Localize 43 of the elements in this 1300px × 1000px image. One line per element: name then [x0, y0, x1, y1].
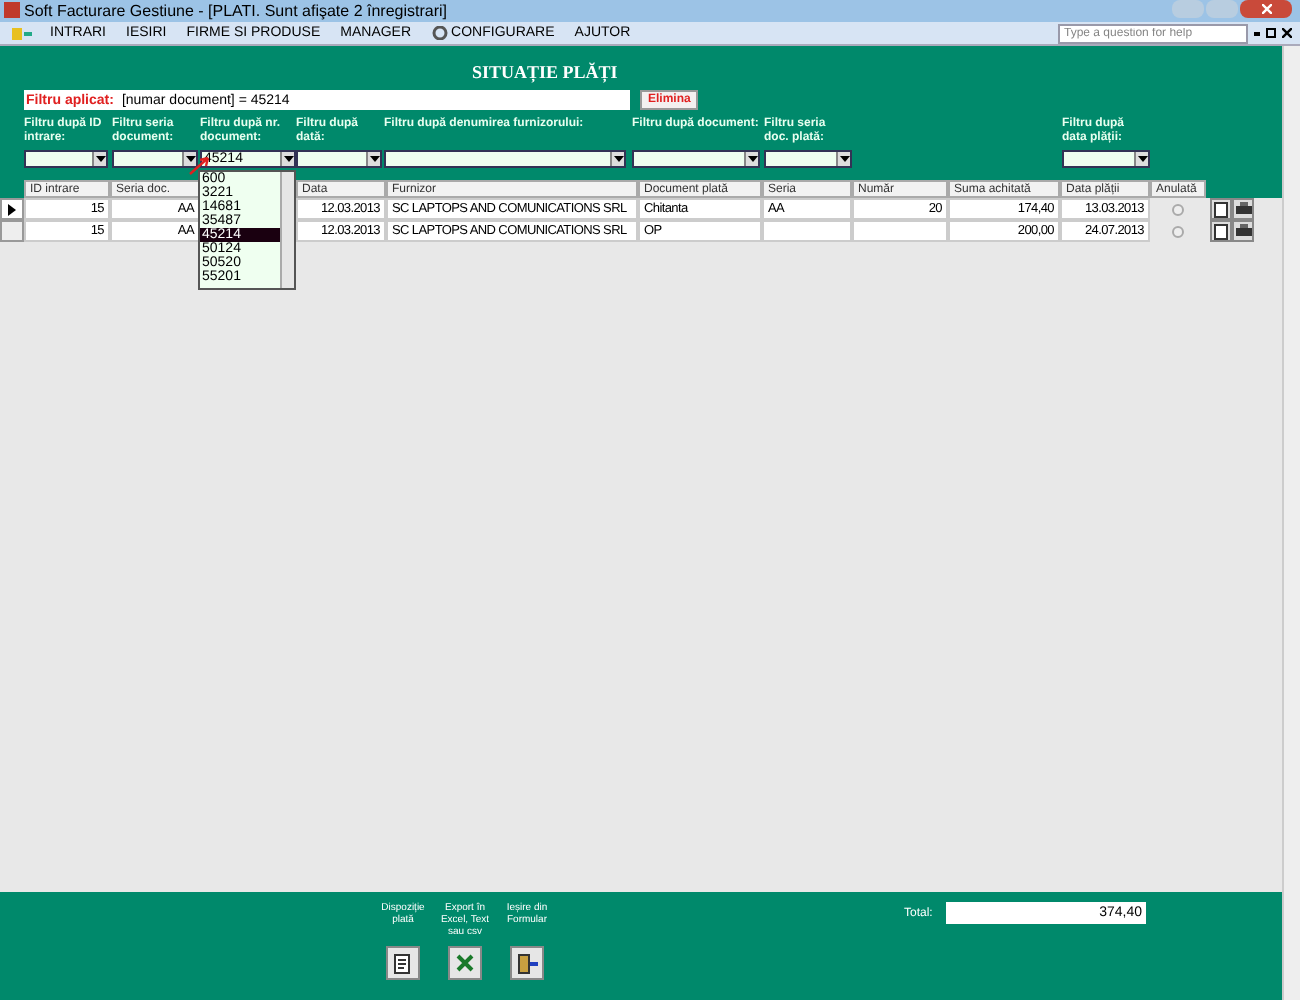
row-selector[interactable]	[0, 198, 24, 220]
dropdown-scrollbar[interactable]	[280, 172, 294, 288]
filter-combo[interactable]	[384, 150, 626, 168]
gear-icon	[431, 26, 448, 40]
cancelled-radio[interactable]	[1172, 203, 1184, 215]
preview-button[interactable]	[1210, 198, 1232, 220]
dropdown-arrow-icon[interactable]	[1134, 152, 1148, 166]
close-icon	[1261, 4, 1271, 14]
filter-combo[interactable]	[1062, 150, 1150, 168]
filter-combo[interactable]	[296, 150, 382, 168]
dropdown-arrow-icon[interactable]	[610, 152, 624, 166]
table-cell	[852, 220, 948, 242]
exit-door-icon	[517, 953, 537, 973]
form-title: SITUAȚIE PLĂȚI	[472, 60, 618, 87]
scrollbar[interactable]	[1282, 46, 1300, 1000]
printer-icon	[1235, 224, 1251, 238]
dropdown-arrow-icon[interactable]	[366, 152, 380, 166]
footer-button[interactable]	[386, 946, 420, 980]
cancelled-radio[interactable]	[1172, 225, 1184, 237]
app-icon	[4, 2, 20, 18]
print-button[interactable]	[1232, 198, 1254, 220]
filter-combo[interactable]	[764, 150, 852, 168]
filter-combo[interactable]	[632, 150, 760, 168]
close-button[interactable]	[1240, 0, 1292, 18]
preview-button[interactable]	[1210, 220, 1232, 242]
window-title: Soft Facturare Gestiune - [PLATI. Sunt afişate 2 înregistrari]	[24, 3, 447, 19]
filter-combo[interactable]	[24, 150, 108, 168]
spreadsheet-icon	[456, 953, 474, 973]
print-button[interactable]	[1232, 220, 1254, 242]
current-row-icon	[8, 203, 16, 215]
close-icon[interactable]	[1282, 28, 1292, 38]
document-icon	[394, 953, 412, 973]
dropdown-arrow-icon[interactable]	[744, 152, 758, 166]
minimize-icon[interactable]	[1254, 31, 1260, 35]
dropdown-arrow-icon[interactable]	[92, 152, 106, 166]
dropdown-arrow-icon[interactable]	[182, 152, 196, 166]
printer-icon	[1235, 202, 1251, 216]
footer-button[interactable]	[510, 946, 544, 980]
dropdown-arrow-icon[interactable]	[836, 152, 850, 166]
dropdown-arrow-icon[interactable]	[280, 152, 294, 166]
restore-icon[interactable]	[1266, 28, 1276, 38]
filter-combo[interactable]	[112, 150, 198, 168]
table-cell	[762, 220, 852, 242]
